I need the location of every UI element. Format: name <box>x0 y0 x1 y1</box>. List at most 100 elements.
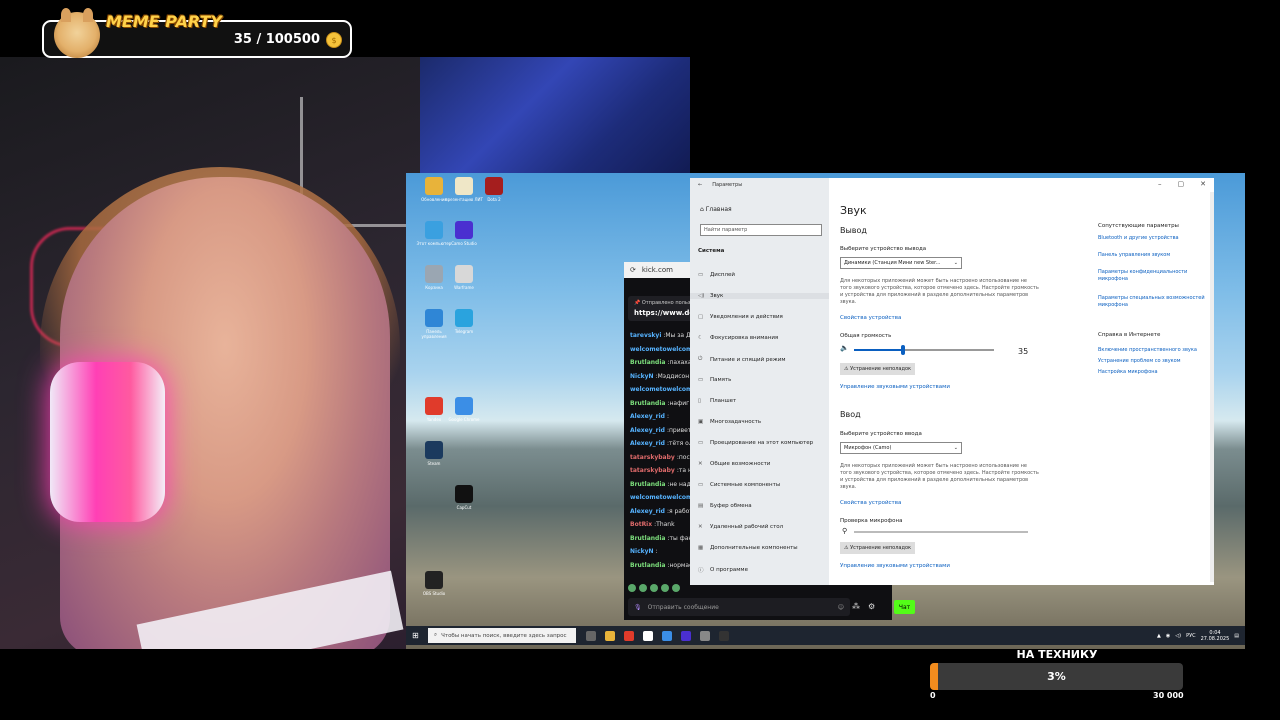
nav-item[interactable]: ▭ Память <box>698 377 731 383</box>
clock[interactable]: 0:04 27.08.2025 <box>1201 630 1230 642</box>
input-device-properties-link[interactable]: Свойства устройства <box>840 500 901 506</box>
nav-item[interactable]: ▦ Дополнительные компоненты <box>698 545 798 551</box>
input-device-select[interactable]: Микрофон (Camo) ⌄ <box>840 442 962 454</box>
tray-arrow-icon[interactable]: ▲ <box>1157 633 1161 639</box>
desktop-icon[interactable]: Google Chrome <box>444 397 484 422</box>
chevron-down-icon: ⌄ <box>953 445 958 451</box>
volume-slider[interactable] <box>854 345 994 355</box>
back-icon[interactable]: ← <box>698 182 702 188</box>
chat-username[interactable]: tatarskybaby <box>630 467 675 474</box>
chat-text: Мэддисон з <box>657 372 695 380</box>
nav-item[interactable]: ⏻ Питание и спящий режим <box>698 356 785 363</box>
nav-item[interactable]: ✕ Удаленный рабочий стол <box>698 524 783 530</box>
settings-search-input[interactable]: Найти параметр <box>700 224 822 236</box>
nav-item[interactable]: ✕ Общие возможности <box>698 461 770 467</box>
desktop-icon[interactable]: Telegram <box>444 309 484 334</box>
nav-item[interactable]: ☾ Фокусировка внимания <box>698 335 778 341</box>
network-icon[interactable]: ◉ <box>1166 633 1170 639</box>
desktop-icon[interactable]: CapCut <box>444 485 484 510</box>
help-link[interactable]: Включение пространственного звука <box>1098 347 1208 354</box>
yandex-icon[interactable] <box>624 630 634 641</box>
chat-username[interactable]: welcometowelcome <box>630 494 696 501</box>
nav-item[interactable]: ▭ Системные компоненты <box>698 482 780 488</box>
desktop-icon-label: OBS Studio <box>422 591 446 596</box>
gear-icon[interactable]: ⚙ <box>868 602 875 611</box>
chat-username[interactable]: NickyN <box>630 548 654 555</box>
nav-item[interactable]: ⓘ О программе <box>698 566 748 574</box>
explorer-icon[interactable] <box>605 630 615 641</box>
related-link[interactable]: Панель управления звуком <box>1098 252 1208 259</box>
related-link[interactable]: Параметры конфиденциальности микрофона <box>1098 269 1208 283</box>
chat-username[interactable]: Brutlandia <box>630 535 665 542</box>
chat-username[interactable]: Brutlandia <box>630 400 665 407</box>
help-link[interactable]: Устранение проблем со звуком <box>1098 358 1208 365</box>
chat-username[interactable]: BotRix <box>630 521 652 528</box>
desktop-icon[interactable]: Warframe <box>444 265 484 290</box>
emoji-icon[interactable]: ☺ <box>838 604 844 611</box>
yandex-browser-icon[interactable] <box>643 630 653 641</box>
chat-username[interactable]: NickyN <box>630 373 654 380</box>
output-device-select[interactable]: Динамики (Станция Мини new Ster... ⌄ <box>840 257 962 269</box>
scrollbar[interactable] <box>1210 192 1214 582</box>
chat-username[interactable]: Brutlandia <box>630 562 665 569</box>
settings-icon[interactable] <box>700 630 710 641</box>
desktop-icon[interactable]: OBS Studio <box>414 571 454 596</box>
nav-item[interactable]: ▭ Дисплей <box>698 272 735 278</box>
input-manage-devices-link[interactable]: Управление звуковыми устройствами <box>840 563 950 569</box>
chat-username[interactable]: Brutlandia <box>630 359 665 366</box>
emote-bar[interactable] <box>628 584 680 592</box>
desktop-icon[interactable]: Camo Studio <box>444 221 484 246</box>
start-icon[interactable]: ⊞ <box>412 631 419 640</box>
chat-send-button[interactable]: Чат <box>894 600 915 614</box>
chat-username[interactable]: Brutlandia <box>630 481 665 488</box>
nav-item[interactable]: ▭ Проецирование на этот компьютер <box>698 440 813 446</box>
speaker-icon[interactable]: 🔈 <box>840 344 849 352</box>
chat-username[interactable]: tarevskyi <box>630 332 661 339</box>
chat-username[interactable]: welcometowelcome <box>630 386 696 393</box>
nav-item[interactable]: ▢ Уведомления и действия <box>698 314 783 320</box>
help-link[interactable]: Настройка микрофона <box>1098 369 1208 376</box>
mic-icon[interactable]: 🎙 <box>634 604 642 611</box>
nav-item[interactable]: ▤ Буфер обмена <box>698 503 752 509</box>
settings-home[interactable]: ⌂ Главная <box>700 206 732 213</box>
emote-icon[interactable] <box>672 584 680 592</box>
input-troubleshoot-button[interactable]: ⚠ Устранение неполадок <box>840 542 916 554</box>
emote-icon[interactable] <box>639 584 647 592</box>
chat-username[interactable]: tatarskybaby <box>630 454 675 461</box>
related-link[interactable]: Параметры специальных возможностей микро… <box>1098 295 1208 309</box>
task-view-icon[interactable] <box>586 630 596 641</box>
camo-icon[interactable] <box>681 630 691 641</box>
lang-indicator[interactable]: РУС <box>1186 633 1196 639</box>
chat-separator: : <box>655 548 658 556</box>
chrome-icon[interactable] <box>662 630 672 641</box>
nav-item[interactable]: ▣ Многозадачность <box>698 419 761 425</box>
emote-icon[interactable] <box>628 584 636 592</box>
emote-icon[interactable] <box>650 584 658 592</box>
goal-percent: 3% <box>1047 670 1066 683</box>
users-icon[interactable]: ⁂ <box>852 602 860 611</box>
desktop-icon[interactable]: Dota 2 <box>474 177 514 202</box>
nav-item[interactable]: ◁) Звук <box>690 293 829 299</box>
output-device-properties-link[interactable]: Свойства устройства <box>840 315 901 321</box>
chat-username[interactable]: Alexey_rid <box>630 427 665 434</box>
chat-username[interactable]: Alexey_rid <box>630 413 665 420</box>
output-troubleshoot-button[interactable]: ⚠ Устранение неполадок <box>840 363 916 375</box>
related-link[interactable]: Bluetooth и другие устройства <box>1098 235 1208 242</box>
troubleshoot-label: Устранение неполадок <box>850 545 912 551</box>
obs-icon[interactable] <box>719 630 729 641</box>
chat-username[interactable]: Alexey_rid <box>630 440 665 447</box>
volume-slider-thumb[interactable] <box>901 345 905 355</box>
manage-devices-link[interactable]: Управление звуковыми устройствами <box>840 384 950 390</box>
taskbar-search[interactable]: ⌕ Чтобы начать поиск, введите здесь запр… <box>428 628 576 643</box>
chat-username[interactable]: welcometowelcome <box>630 346 696 353</box>
chat-username[interactable]: Alexey_rid <box>630 508 665 515</box>
notifications-icon[interactable]: ▤ <box>1234 633 1239 639</box>
nav-item-label: Удаленный рабочий стол <box>710 524 784 530</box>
chat-input[interactable]: 🎙 Отправить сообщение ☺ <box>628 598 850 616</box>
app-icon <box>425 177 443 195</box>
emote-icon[interactable] <box>661 584 669 592</box>
volume-tray-icon[interactable]: ◁) <box>1175 633 1181 639</box>
reload-icon[interactable]: ⟳ <box>630 266 636 274</box>
desktop-icon[interactable]: Steam <box>414 441 454 466</box>
nav-item[interactable]: ▯ Планшет <box>698 398 736 404</box>
